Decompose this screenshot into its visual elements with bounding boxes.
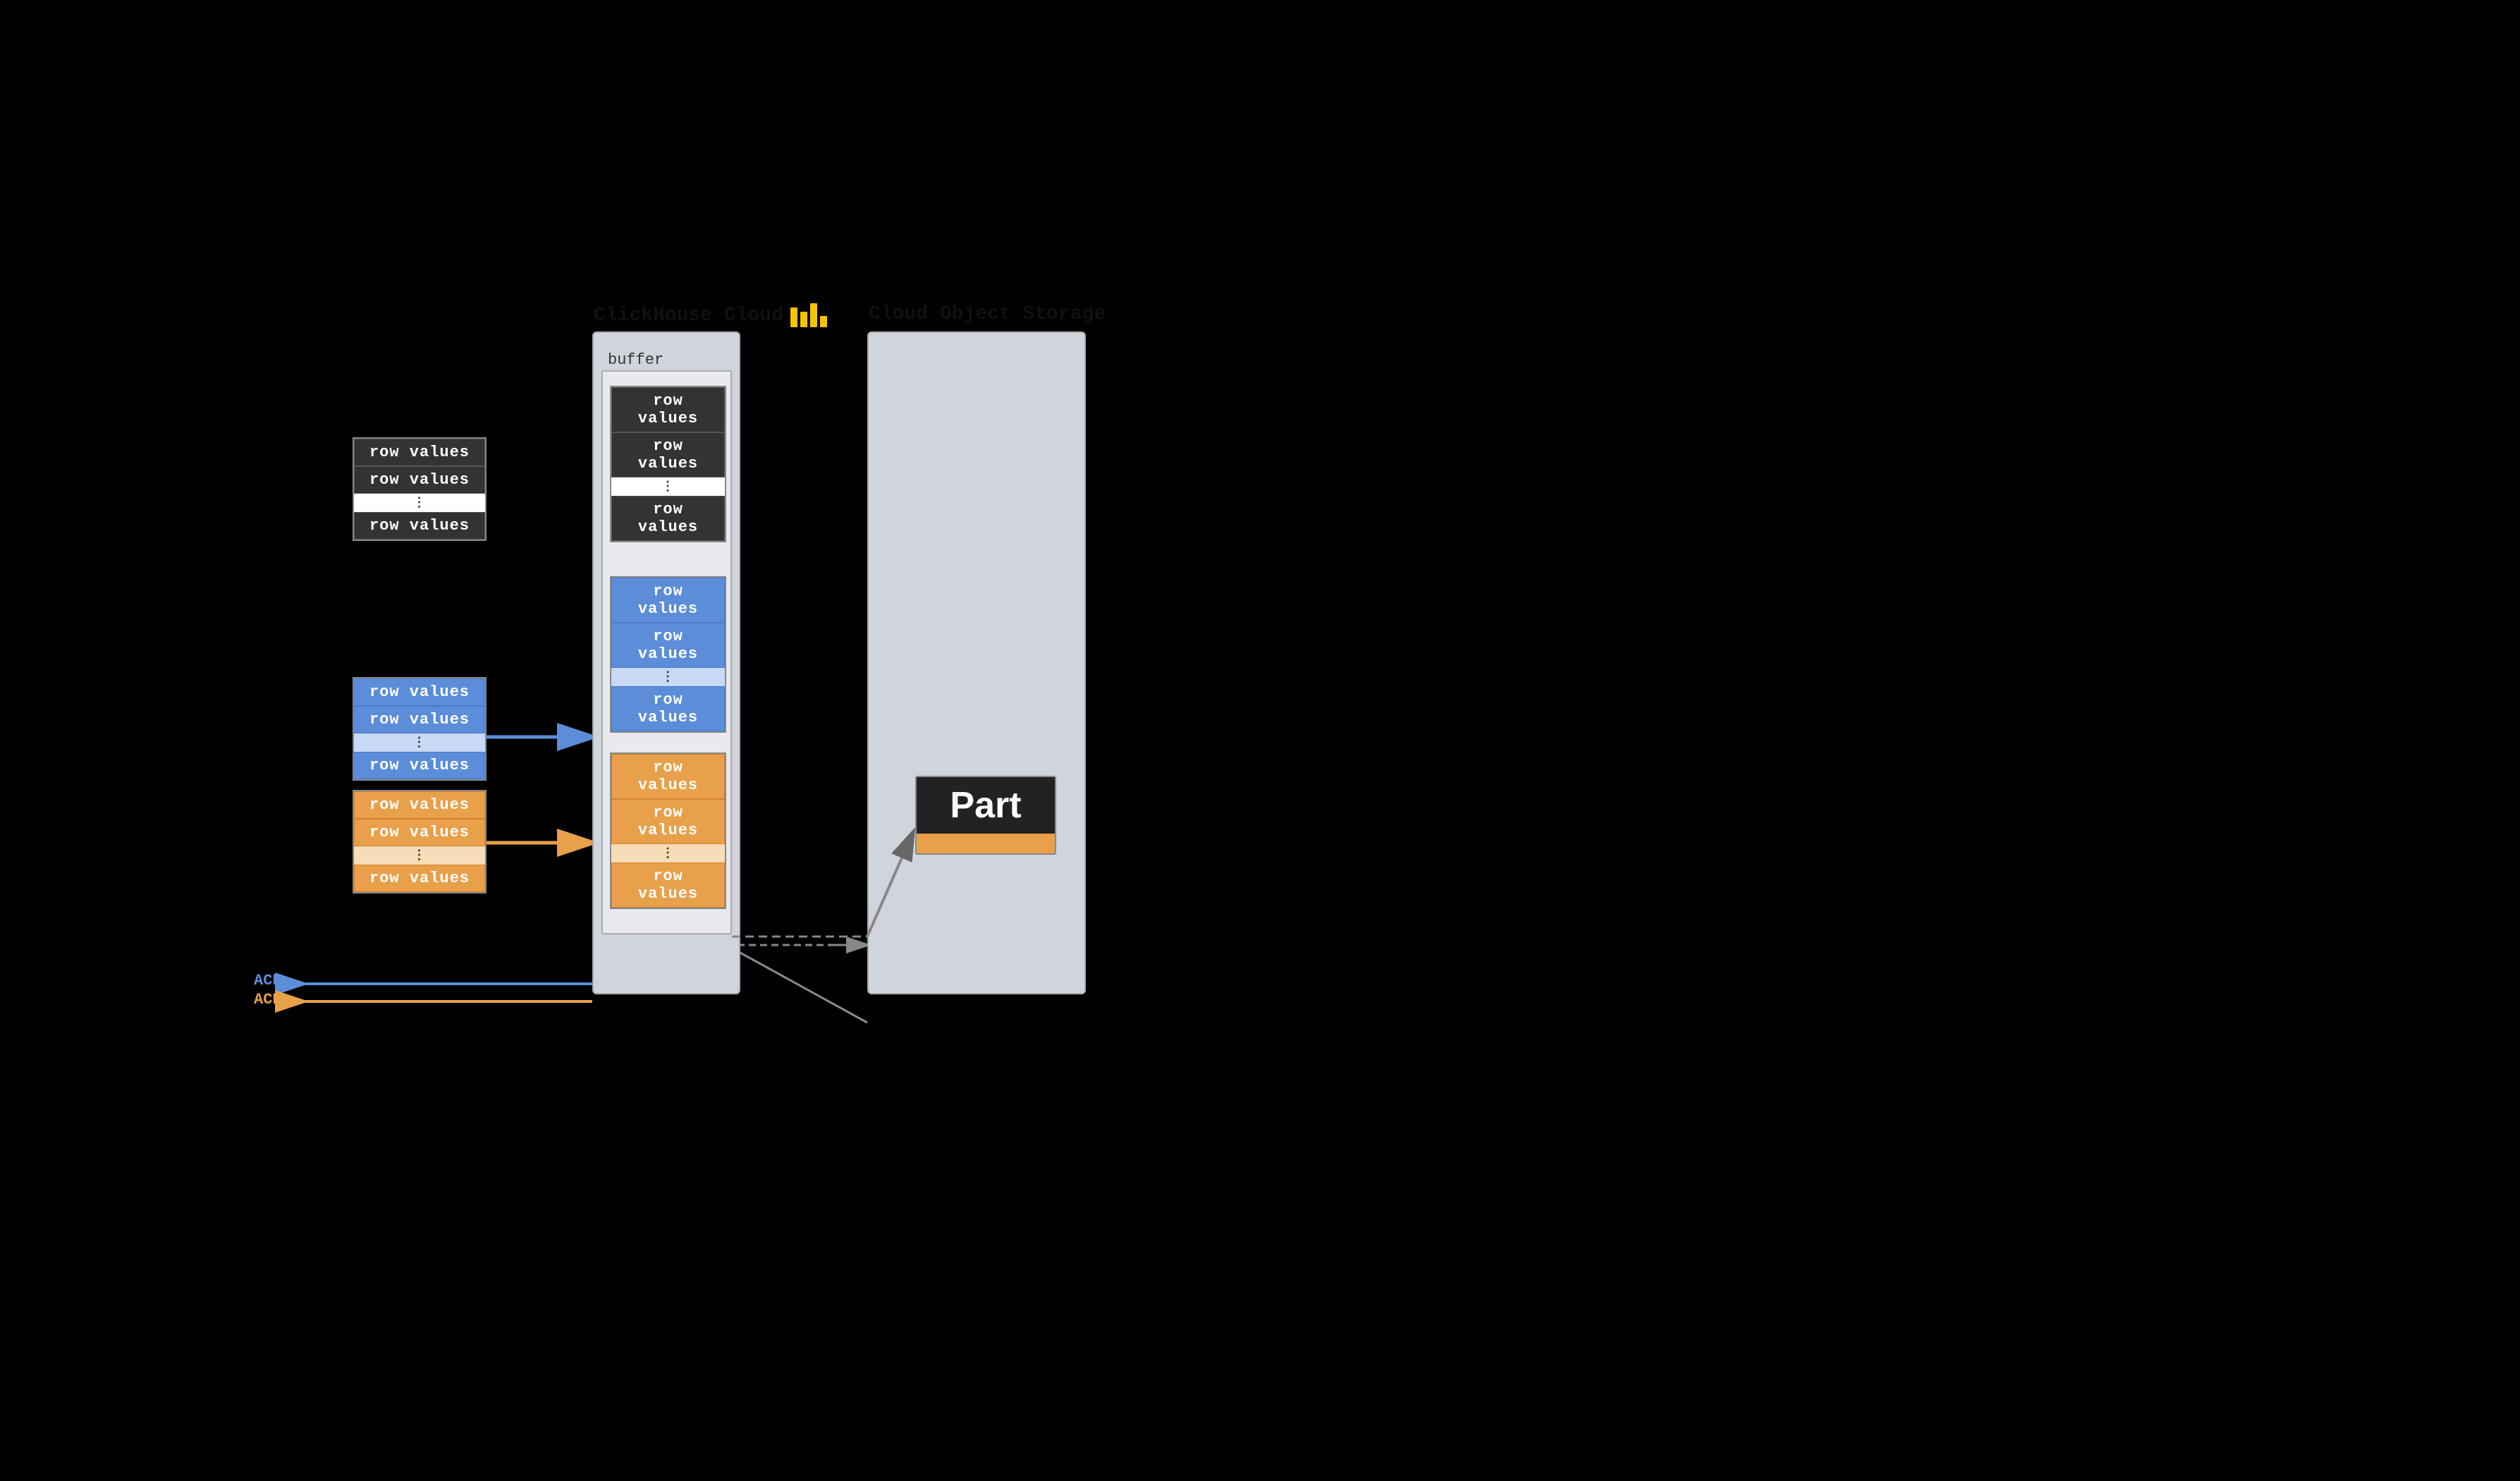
buffer-dark-block: row values row values ⋮ row values xyxy=(610,386,726,542)
buffer-label: buffer xyxy=(608,351,663,369)
dark-row-2: row values xyxy=(354,466,485,494)
left-orange-block: row values row values ⋮ row values xyxy=(353,790,487,894)
orange-dots: ⋮ xyxy=(354,846,485,865)
buf-dark-row-3: row values xyxy=(611,496,725,541)
ch-bar-3 xyxy=(810,303,817,327)
clickhouse-title: ClickHouse Cloud xyxy=(594,305,783,327)
dark-dots: ⋮ xyxy=(354,494,485,512)
buf-orange-dots: ⋮ xyxy=(611,844,725,863)
ch-bar-1 xyxy=(790,307,797,327)
part-tile-bar xyxy=(917,834,1055,853)
buf-dark-row-1: row values xyxy=(611,387,725,432)
buffer-orange-block: row values row values ⋮ row values xyxy=(610,752,726,909)
blue-row-1: row values xyxy=(354,678,485,706)
part-label: Part xyxy=(917,777,1055,834)
blue-row-3: row values xyxy=(354,752,485,779)
orange-row-1: row values xyxy=(354,791,485,819)
dark-row-3: row values xyxy=(354,512,485,540)
part-tile: Part xyxy=(915,776,1056,855)
buf-blue-row-3: row values xyxy=(611,686,725,731)
blue-dots: ⋮ xyxy=(354,733,485,752)
cloud-storage-title-area: Cloud Object Storage xyxy=(869,303,1106,325)
left-dark-block: row values row values ⋮ row values xyxy=(353,437,487,541)
blue-row-2: row values xyxy=(354,706,485,733)
diagram: row values row values ⋮ row values row v… xyxy=(0,0,2520,1481)
orange-row-2: row values xyxy=(354,819,485,846)
dark-row-1: row values xyxy=(354,439,485,466)
left-blue-block: row values row values ⋮ row values xyxy=(353,677,487,781)
orange-row-3: row values xyxy=(354,865,485,892)
buf-blue-dots: ⋮ xyxy=(611,668,725,686)
ch-bar-2 xyxy=(800,312,807,327)
buf-blue-row-2: row values xyxy=(611,623,725,668)
ack-orange-label: ACK xyxy=(254,991,282,1008)
ch-bar-4 xyxy=(820,316,827,327)
buffer-to-storage-arrow xyxy=(726,945,867,1023)
buf-orange-row-1: row values xyxy=(611,754,725,799)
buf-orange-row-3: row values xyxy=(611,863,725,908)
clickhouse-logo xyxy=(790,303,827,327)
buf-dark-dots: ⋮ xyxy=(611,477,725,496)
cloud-storage-box xyxy=(867,331,1086,994)
buf-blue-row-1: row values xyxy=(611,578,725,623)
buffer-box: row values row values ⋮ row values row v… xyxy=(601,370,732,934)
cloud-storage-title: Cloud Object Storage xyxy=(869,303,1106,325)
buffer-blue-block: row values row values ⋮ row values xyxy=(610,576,726,733)
buf-dark-row-2: row values xyxy=(611,432,725,477)
ack-blue-label: ACK xyxy=(254,972,282,989)
clickhouse-title-area: ClickHouse Cloud xyxy=(594,303,827,327)
buf-orange-row-2: row values xyxy=(611,799,725,844)
